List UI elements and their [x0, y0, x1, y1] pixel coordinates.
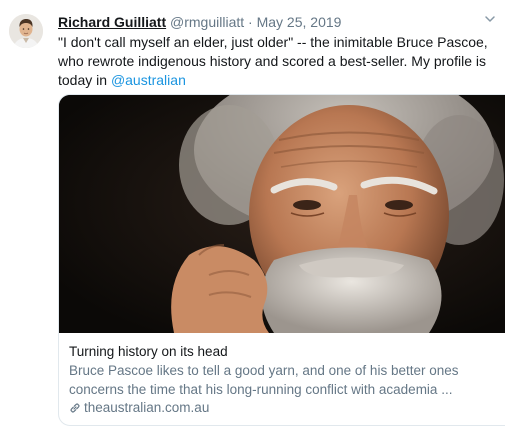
tweet-date[interactable]: May 25, 2019	[257, 14, 342, 30]
author-handle[interactable]: @rmguilliatt	[170, 14, 244, 30]
link-icon	[70, 403, 80, 413]
tweet-header: Richard Guilliatt @rmguilliatt · May 25,…	[58, 13, 341, 32]
card-title[interactable]: Turning history on its head	[69, 343, 228, 361]
card-image[interactable]	[59, 95, 505, 333]
card-domain[interactable]: theaustralian.com.au	[69, 399, 209, 417]
author-name[interactable]: Richard Guilliatt	[58, 14, 166, 30]
card-domain-text: theaustralian.com.au	[84, 400, 210, 415]
tweet: Richard Guilliatt @rmguilliatt · May 25,…	[0, 0, 505, 434]
chevron-down-icon[interactable]	[483, 12, 497, 26]
card-description: Bruce Pascoe likes to tell a good yarn, …	[69, 363, 459, 397]
avatar[interactable]	[9, 14, 43, 48]
tweet-text: "I don't call myself an elder, just olde…	[58, 33, 503, 90]
separator-dot: ·	[248, 14, 253, 30]
mention-link[interactable]: @australian	[111, 72, 186, 88]
link-card[interactable]: Turning history on its head Bruce Pascoe…	[58, 94, 505, 426]
